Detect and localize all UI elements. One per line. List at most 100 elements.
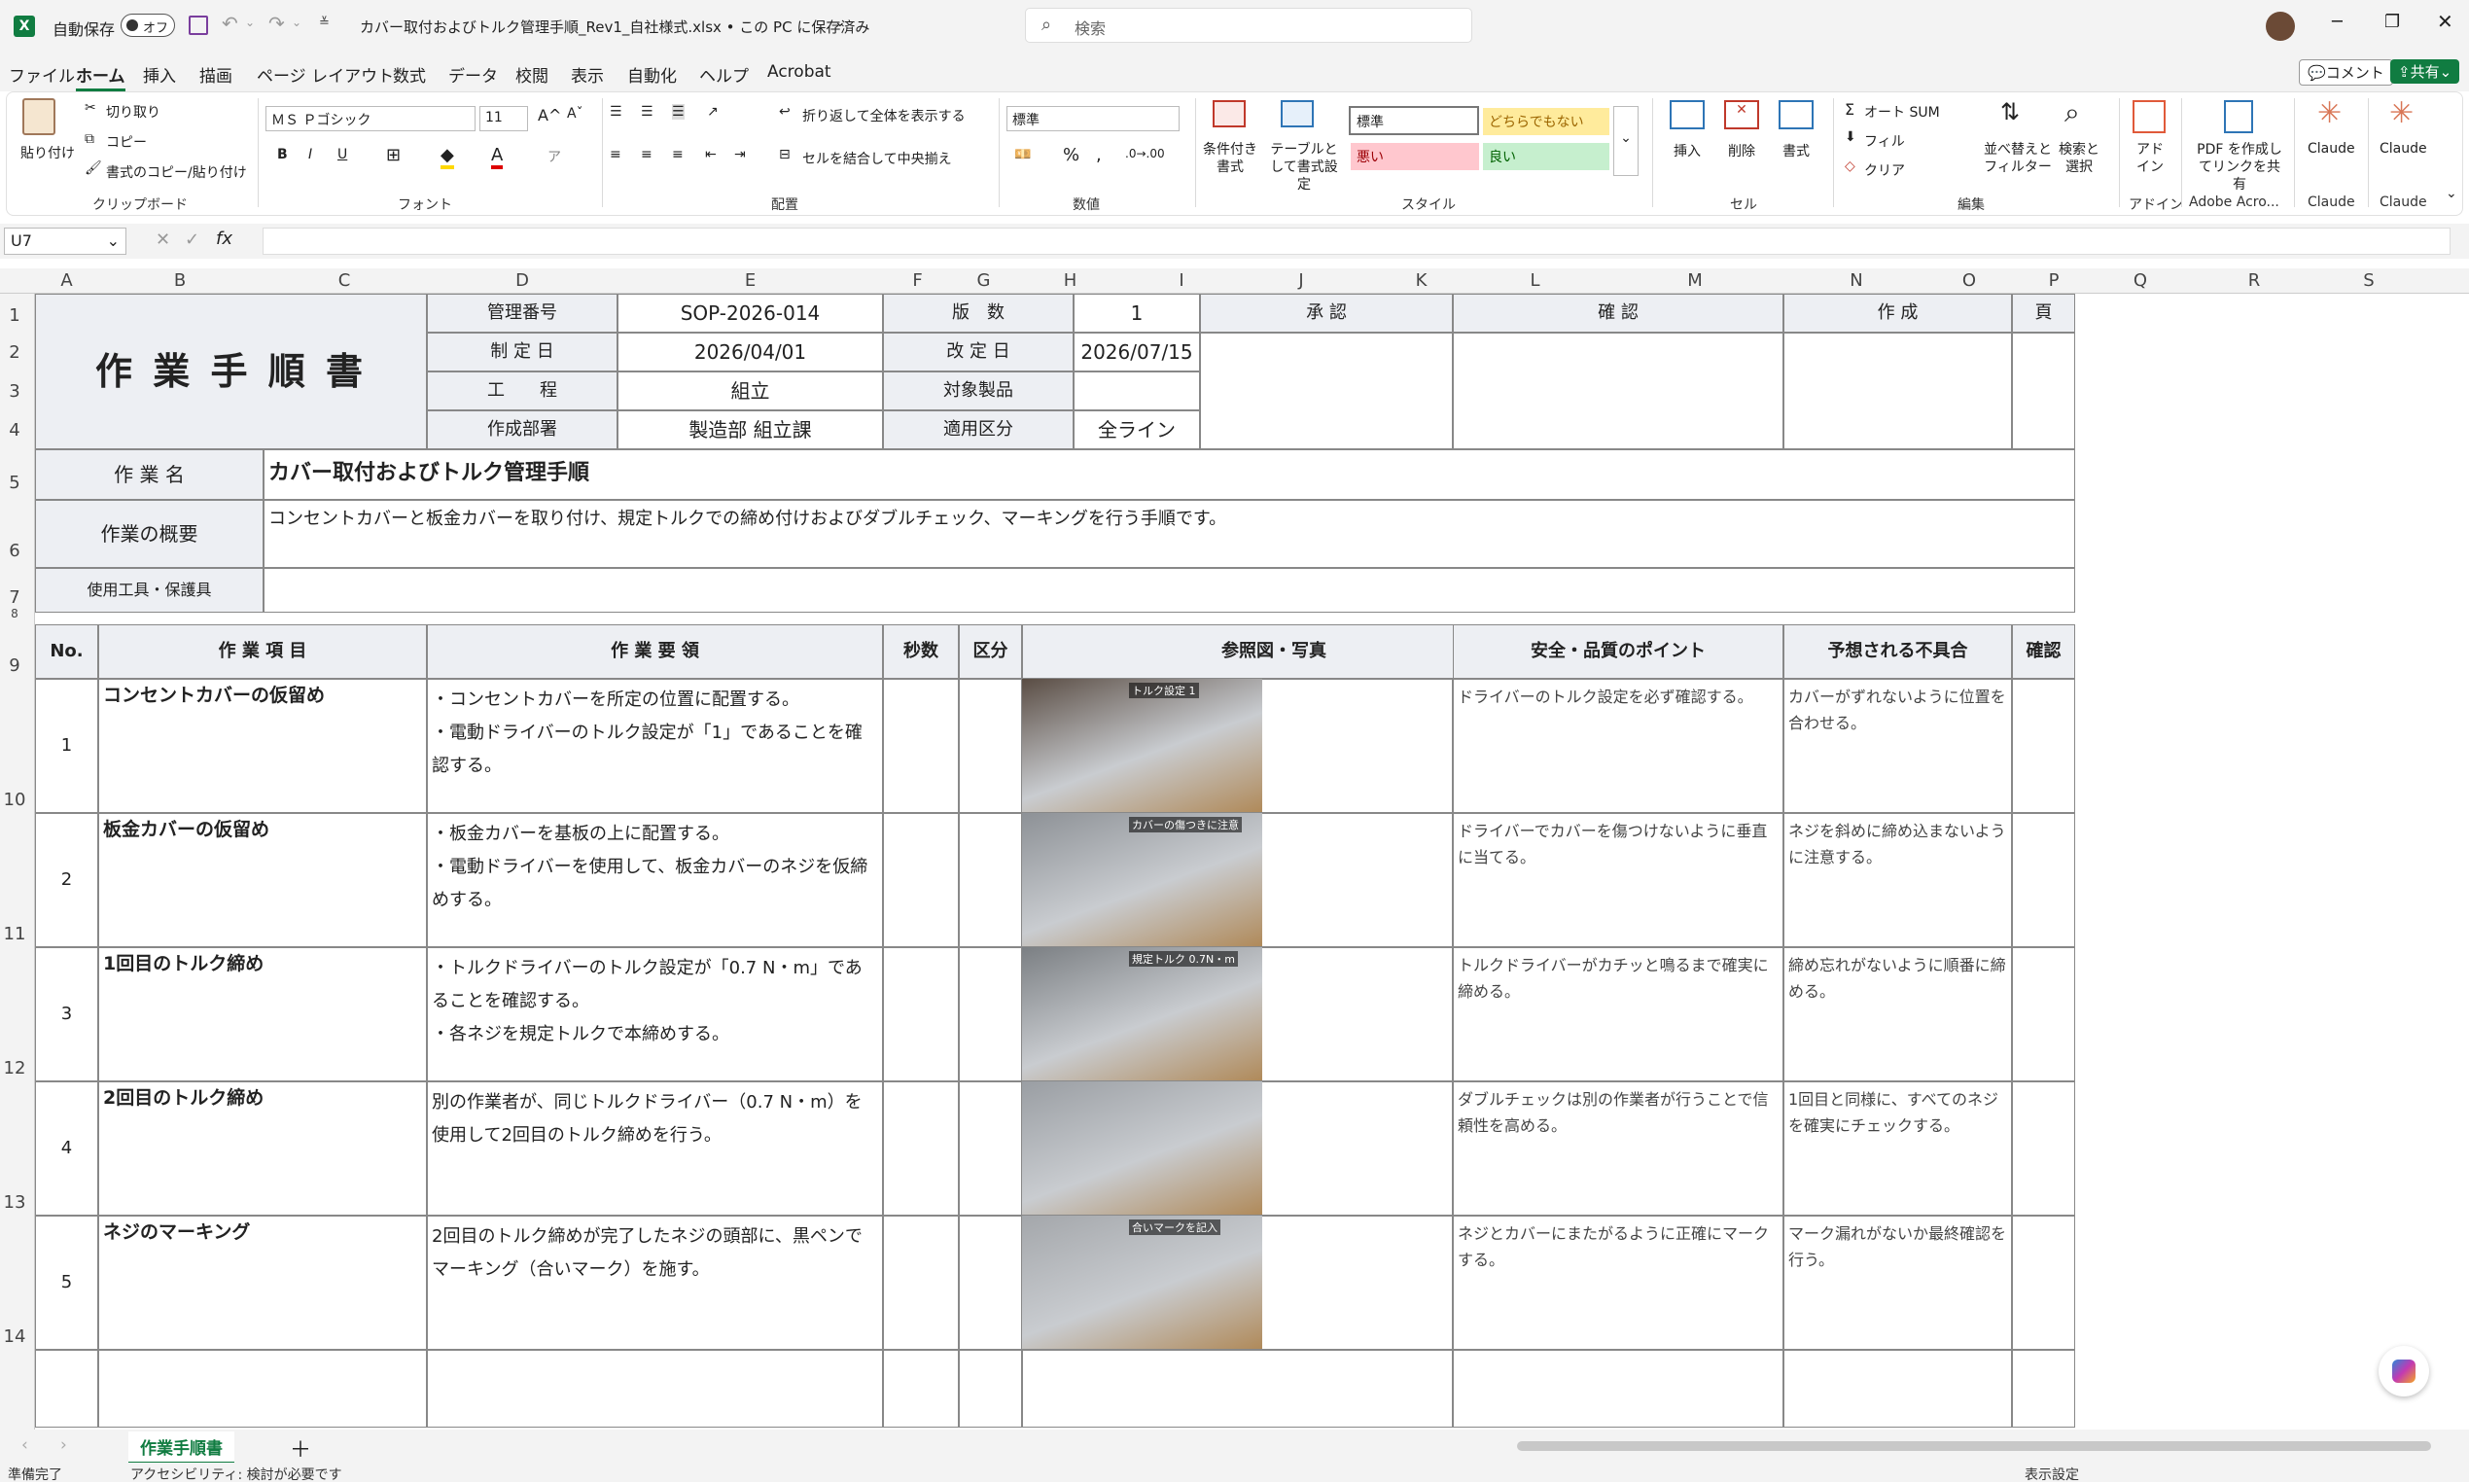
step-no[interactable]: 1 xyxy=(35,679,98,813)
empty-cell[interactable] xyxy=(427,1350,883,1428)
row-header[interactable]: 10 xyxy=(0,790,29,810)
empty-cell[interactable] xyxy=(883,1350,959,1428)
add-sheet-icon[interactable]: ＋ xyxy=(290,1432,311,1464)
row-header[interactable]: 6 xyxy=(0,541,29,561)
row-header[interactable]: 8 xyxy=(0,607,29,620)
step-seconds[interactable] xyxy=(883,947,959,1081)
clear-button[interactable]: クリア xyxy=(1864,160,1905,180)
avatar[interactable] xyxy=(2266,12,2295,41)
insert-function-icon[interactable]: fx xyxy=(216,229,232,249)
tab-insert[interactable]: 挿入 xyxy=(143,62,176,87)
align-middle-icon[interactable]: ☰ xyxy=(641,104,653,120)
col-safety-header[interactable]: 安全・品質のポイント xyxy=(1453,624,1783,679)
conditional-format-button[interactable]: 条件付き書式 xyxy=(1201,141,1259,176)
autosum-icon[interactable]: Σ xyxy=(1845,100,1854,119)
find-select-button[interactable]: 検索と選択 xyxy=(2055,141,2103,176)
bold-icon[interactable]: B xyxy=(277,147,288,162)
align-right-icon[interactable]: ≡ xyxy=(672,147,684,162)
tab-automate[interactable]: 自動化 xyxy=(627,62,677,87)
redo-icon[interactable]: ↷ xyxy=(268,12,285,35)
product-value[interactable] xyxy=(1074,371,1200,410)
format-cells-button[interactable]: 書式 xyxy=(1782,141,1810,160)
row-header[interactable]: 14 xyxy=(0,1326,29,1347)
style-neutral[interactable]: どちらでもない xyxy=(1483,108,1609,135)
row-header[interactable]: 1 xyxy=(0,305,29,326)
approve-label[interactable]: 承 認 xyxy=(1200,294,1453,333)
close-icon[interactable]: ✕ xyxy=(2437,10,2453,33)
approve-stamp-box[interactable] xyxy=(1200,333,1453,449)
ribbon-collapse-icon[interactable]: ⌄ xyxy=(2446,186,2457,201)
claude-icon-2[interactable]: ✳ xyxy=(2389,96,2414,130)
empty-cell[interactable] xyxy=(959,1350,1022,1428)
autosum-button[interactable]: オート SUM xyxy=(1864,102,1940,122)
page-value[interactable] xyxy=(2012,333,2075,449)
col-header[interactable]: B xyxy=(98,270,262,291)
col-item-header[interactable]: 作 業 項 目 xyxy=(98,624,427,679)
row-header[interactable]: 3 xyxy=(0,381,29,402)
step-no[interactable]: 3 xyxy=(35,947,98,1081)
row-header[interactable]: 11 xyxy=(0,924,29,944)
step-safety[interactable]: ドライバーのトルク設定を必ず確認する。 xyxy=(1453,679,1783,813)
wrap-text-icon[interactable]: ↩ xyxy=(779,104,791,120)
delete-cells-button[interactable]: 削除 xyxy=(1728,141,1755,160)
fill-color-icon[interactable]: ◆ xyxy=(441,145,454,169)
make-label[interactable]: 作 成 xyxy=(1783,294,2012,333)
dept-value[interactable]: 製造部 組立課 xyxy=(617,410,883,449)
comment-button[interactable]: 💬コメント xyxy=(2299,59,2393,86)
align-center-icon[interactable]: ≡ xyxy=(641,147,653,162)
fill-button[interactable]: フィル xyxy=(1864,131,1905,151)
step-item[interactable]: ネジのマーキング xyxy=(98,1216,427,1350)
revised-label[interactable]: 改 定 日 xyxy=(883,333,1074,371)
comma-icon[interactable]: , xyxy=(1096,145,1102,165)
step-method[interactable]: ・トルクドライバーのトルク設定が「0.7 N・m」であることを確認する。 ・各ネ… xyxy=(427,947,883,1081)
col-kind-header[interactable]: 区分 xyxy=(959,624,1022,679)
empty-cell[interactable] xyxy=(98,1350,427,1428)
col-header[interactable]: M xyxy=(1592,270,1798,291)
col-header[interactable]: R xyxy=(2197,270,2311,291)
sort-filter-icon[interactable]: ⇅ xyxy=(2000,98,2020,125)
claude-button[interactable]: Claude xyxy=(2308,141,2355,157)
format-painter-icon[interactable]: 🖌 xyxy=(85,160,102,176)
step-seconds[interactable] xyxy=(883,1081,959,1216)
process-label[interactable]: 工 程 xyxy=(427,371,617,410)
fill-icon[interactable]: ⬇ xyxy=(1845,129,1856,145)
autosave-toggle[interactable]: オフ xyxy=(121,14,175,37)
work-name-label[interactable]: 作 業 名 xyxy=(35,449,264,500)
orientation-icon[interactable]: ↗ xyxy=(707,104,719,120)
summary-value[interactable]: コンセントカバーと板金カバーを取り付け、規定トルクでの締め付けおよびダブルチェッ… xyxy=(264,500,2075,568)
tools-label[interactable]: 使用工具・保護具 xyxy=(35,568,264,613)
col-header[interactable]: P xyxy=(2024,270,2084,291)
filename-chevron-icon[interactable]: ⌄ xyxy=(834,15,846,30)
step-no[interactable]: 4 xyxy=(35,1081,98,1216)
step-kind[interactable] xyxy=(959,1081,1022,1216)
col-header[interactable]: L xyxy=(1478,270,1592,291)
step-seconds[interactable] xyxy=(883,679,959,813)
step-seconds[interactable] xyxy=(883,1216,959,1350)
save-icon[interactable] xyxy=(189,16,208,35)
format-as-table-button[interactable]: テーブルとして書式設定 xyxy=(1265,141,1343,194)
style-bad[interactable]: 悪い xyxy=(1351,143,1479,170)
tab-help[interactable]: ヘルプ xyxy=(699,62,749,87)
step-safety[interactable]: ドライバーでカバーを傷つけないように垂直に当てる。 xyxy=(1453,813,1783,947)
step-kind[interactable] xyxy=(959,1216,1022,1350)
conditional-format-icon[interactable] xyxy=(1213,100,1246,127)
step-kind[interactable] xyxy=(959,813,1022,947)
cut-button[interactable]: 切り取り xyxy=(106,102,160,122)
col-header[interactable]: O xyxy=(1915,270,2024,291)
row-header[interactable]: 2 xyxy=(0,342,29,363)
enter-icon[interactable]: ✓ xyxy=(185,230,199,250)
align-bottom-icon[interactable]: ☰ xyxy=(672,104,685,120)
copy-button[interactable]: コピー xyxy=(106,132,147,152)
step-defect[interactable]: ネジを斜めに締め込まないように注意する。 xyxy=(1783,813,2012,947)
number-format-select[interactable]: 標準 xyxy=(1006,106,1180,131)
step-safety[interactable]: トルクドライバーがカチッと鳴るまで確実に締める。 xyxy=(1453,947,1783,1081)
step-defect[interactable]: 締め忘れがないように順番に締める。 xyxy=(1783,947,2012,1081)
styles-more-icon[interactable]: ⌄ xyxy=(1613,106,1639,176)
align-top-icon[interactable]: ☰ xyxy=(610,104,622,120)
step-no[interactable]: 5 xyxy=(35,1216,98,1350)
h-scrollbar[interactable] xyxy=(1517,1441,2431,1451)
restore-icon[interactable]: ❐ xyxy=(2384,12,2400,32)
step-confirm[interactable] xyxy=(2012,1081,2075,1216)
step-method[interactable]: ・コンセントカバーを所定の位置に配置する。 ・電動ドライバーのトルク設定が「1」… xyxy=(427,679,883,813)
paste-icon[interactable] xyxy=(22,98,55,135)
